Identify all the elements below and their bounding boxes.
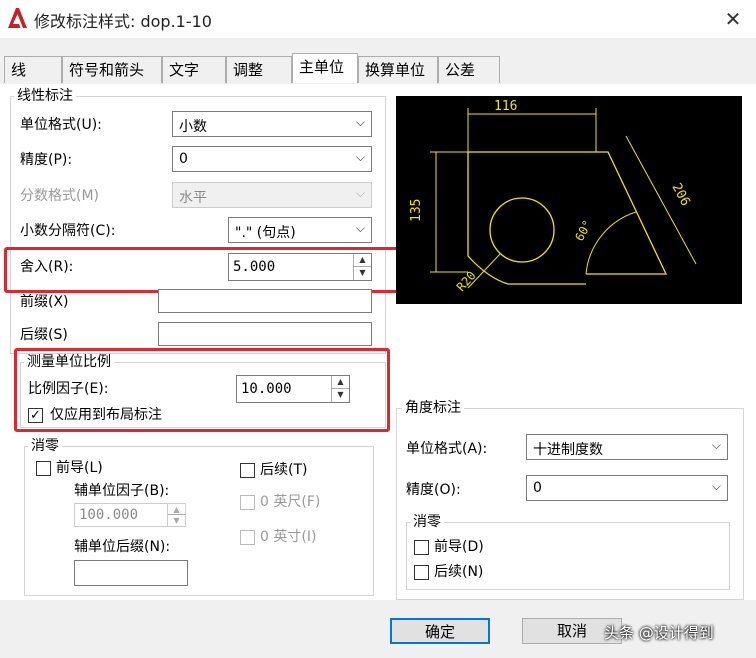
fraction-format-select: 水平 ⌵: [172, 182, 372, 208]
chevron-down-icon: ⌵: [355, 115, 365, 129]
angular-leading-checkbox[interactable]: [414, 540, 429, 555]
tab-fit[interactable]: 调整: [226, 56, 292, 83]
prefix-input[interactable]: [158, 289, 372, 313]
chevron-down-icon: ⌵: [355, 186, 365, 200]
angular-leading-label: 前导(D): [434, 539, 484, 555]
prefix-label: 前缀(X): [20, 294, 69, 310]
angular-precision-select[interactable]: 0 ⌵: [526, 475, 728, 501]
suffix-input[interactable]: [158, 322, 372, 346]
inches-label: 0 英寸(I): [260, 529, 317, 545]
chevron-down-icon: ⌵: [711, 479, 721, 493]
tab-primary-units[interactable]: 主单位: [292, 53, 358, 83]
watermark: 头条 @设计得到: [604, 624, 714, 642]
dimension-preview: 116 135 206 60° R20: [396, 96, 742, 304]
spin-arrows-icon: ▲ ▼: [167, 504, 185, 526]
chevron-down-icon: ⌵: [355, 150, 365, 164]
feet-checkbox: [240, 495, 255, 510]
preview-dim-left: 135: [409, 199, 424, 222]
trailing-zero-checkbox[interactable]: [240, 463, 255, 478]
angular-unit-format-select[interactable]: 十进制度数 ⌵: [526, 434, 728, 460]
decimal-separator-value: "." (句点): [235, 225, 296, 241]
precision-value: 0: [179, 151, 188, 167]
chevron-down-icon: ⌵: [711, 438, 721, 452]
precision-select[interactable]: 0 ⌵: [172, 146, 372, 172]
tab-symbols-arrows[interactable]: 符号和箭头: [62, 56, 162, 83]
decimal-separator-label: 小数分隔符(C):: [20, 223, 116, 239]
spin-down-icon: ▼: [173, 516, 180, 525]
title-bar: 修改标注样式: dop.1-10 ✕: [0, 0, 756, 38]
trailing-zero-label: 后续(T): [260, 462, 308, 478]
scale-highlight: [14, 348, 390, 432]
angular-trailing-checkbox[interactable]: [414, 565, 429, 580]
angular-group-title: 角度标注: [402, 400, 464, 416]
preview-drawing: 116 135 206 60° R20: [409, 99, 697, 294]
angular-trailing-label: 后续(N): [434, 564, 484, 580]
tab-strip: 线 符号和箭头 文字 调整 主单位 换算单位 公差: [0, 53, 756, 85]
leading-zero-checkbox[interactable]: [36, 461, 51, 476]
spin-up-icon: ▲: [168, 504, 185, 515]
inches-checkbox: [240, 530, 255, 545]
tab-text[interactable]: 文字: [162, 56, 226, 83]
window-title: 修改标注样式: dop.1-10: [34, 12, 212, 31]
sub-unit-suffix-input[interactable]: [74, 560, 188, 586]
precision-label: 精度(P):: [20, 152, 73, 168]
preview-dim-top: 116: [494, 99, 517, 114]
unit-format-label: 单位格式(U):: [20, 117, 102, 133]
angular-unit-format-label: 单位格式(A):: [406, 441, 488, 457]
chevron-down-icon: ⌵: [355, 221, 365, 235]
ok-button[interactable]: 确定: [390, 618, 490, 644]
angular-zero-title: 消零: [410, 514, 444, 530]
round-off-highlight: [4, 247, 412, 293]
feet-label: 0 英尺(F): [260, 494, 321, 510]
unit-format-select[interactable]: 小数 ⌵: [172, 111, 372, 137]
preview-dim-angle: 60°: [572, 218, 595, 244]
sub-unit-factor-value: 100.000: [79, 507, 139, 523]
sub-unit-factor-label: 辅单位因子(B):: [74, 483, 170, 499]
sub-unit-factor-input: 100.000 ▲ ▼: [74, 503, 186, 527]
tab-tolerances[interactable]: 公差: [438, 56, 500, 83]
leading-zero-label: 前导(L): [56, 460, 103, 476]
angular-precision-label: 精度(O):: [406, 482, 461, 498]
zero-suppression-title: 消零: [28, 438, 62, 454]
close-button[interactable]: ✕: [718, 4, 748, 34]
autocad-a-icon: [8, 8, 27, 28]
angular-unit-format-value: 十进制度数: [533, 442, 603, 458]
fraction-format-label: 分数格式(M): [20, 188, 100, 204]
linear-group-title: 线性标注: [14, 88, 76, 104]
fraction-format-value: 水平: [179, 190, 207, 206]
angular-precision-value: 0: [533, 480, 542, 496]
suffix-label: 后缀(S): [20, 327, 68, 343]
decimal-separator-select[interactable]: "." (句点) ⌵: [228, 217, 372, 243]
tab-alternate-units[interactable]: 换算单位: [358, 56, 438, 83]
sub-unit-suffix-label: 辅单位后缀(N):: [74, 539, 171, 555]
preview-dim-right: 206: [668, 181, 692, 209]
tab-lines[interactable]: 线: [4, 56, 62, 83]
unit-format-value: 小数: [179, 119, 207, 135]
